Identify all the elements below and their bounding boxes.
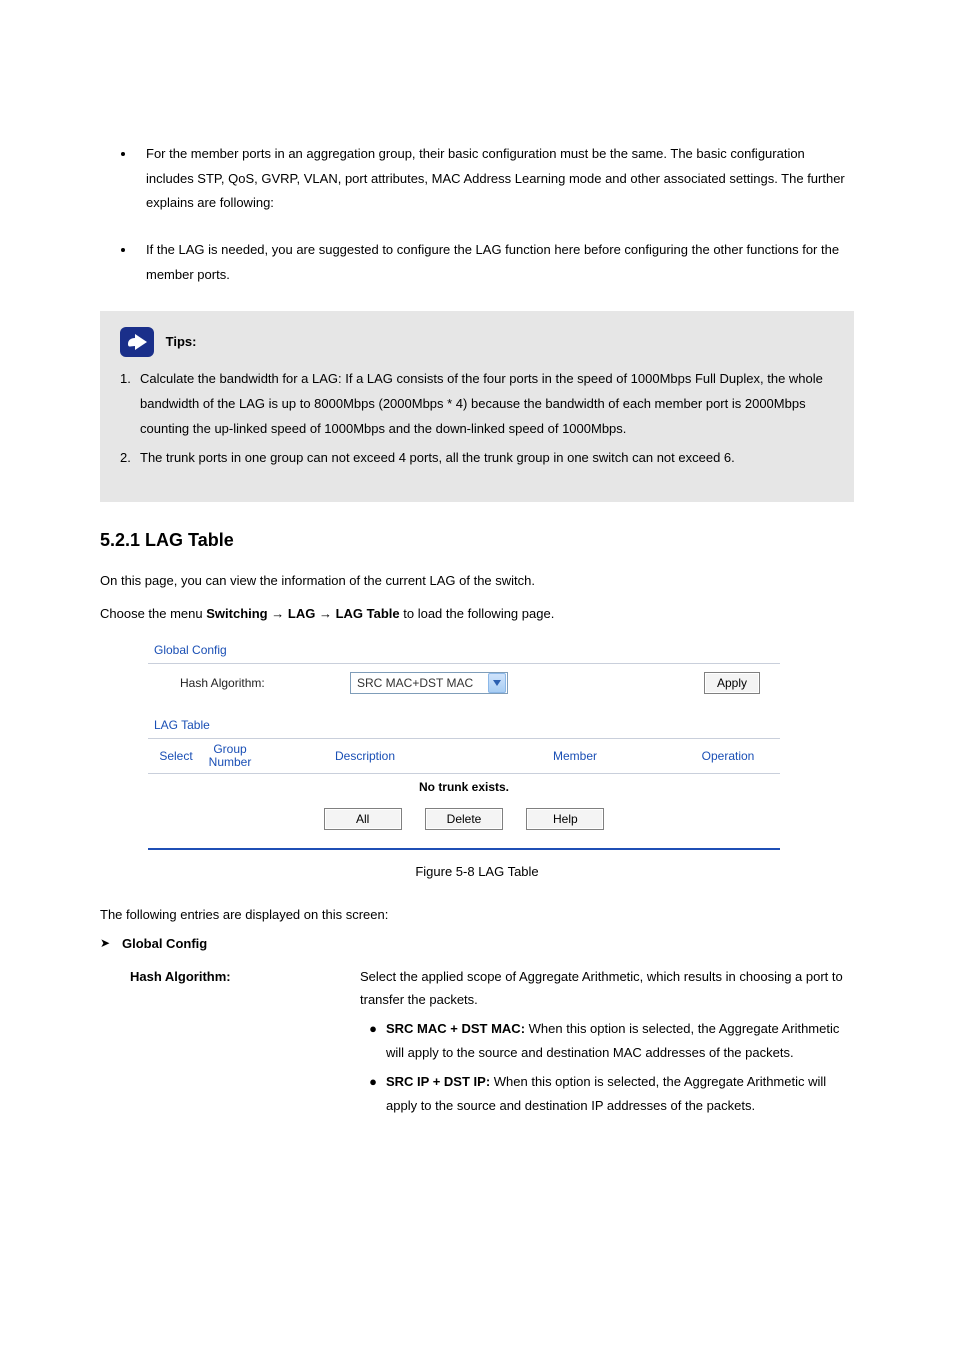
intro-bullet-list: For the member ports in an aggregation g… [100,140,854,216]
menu-path-switching: Switching [206,606,267,621]
arrow-icon: → [271,606,284,621]
col-member: Member [470,749,680,763]
bullet-dot-icon: ● [360,1070,386,1117]
menu-path-lag-table: LAG Table [336,606,400,621]
tips-text-1: Calculate the bandwidth for a LAG: If a … [140,367,830,441]
lag-table-header: LAG Table [148,712,780,739]
col-description: Description [260,749,470,763]
lag-table-columns: Select Group Number Description Member O… [148,739,780,774]
menu-path-lag: LAG [288,606,315,621]
tips-text-2: The trunk ports in one group can not exc… [140,446,830,471]
all-button[interactable]: All [324,808,402,830]
bullet-dot-icon: ● [360,1017,386,1064]
menu-prefix: Choose the menu [100,606,206,621]
sub2-bold: SRC IP + DST IP: [386,1074,494,1089]
global-config-header: Global Config [148,637,780,664]
delete-button[interactable]: Delete [425,808,503,830]
menu-suffix: to load the following page. [403,606,554,621]
intro-bullet-2: If the LAG is needed, you are suggested … [136,236,854,287]
lag-table-figure: Global Config Hash Algorithm: SRC MAC+DS… [148,637,780,850]
arrow-icon: → [319,606,332,621]
sub1-bold: SRC MAC + DST MAC: [386,1021,529,1036]
section-desc: On this page, you can view the informati… [100,569,854,594]
tips-number-1: 1. [120,367,140,441]
global-config-section-label: Global Config [122,936,207,951]
col-group-number: Group Number [200,743,260,769]
intro-bullet-list-2: If the LAG is needed, you are suggested … [100,236,854,287]
hash-algorithm-field-name: Hash Algorithm: [130,965,360,1117]
tips-item-1: 1. Calculate the bandwidth for a LAG: If… [120,367,830,441]
field-lead-text: Select the applied scope of Aggregate Ar… [360,965,854,1012]
menu-path: Choose the menu Switching → LAG → LAG Ta… [100,602,854,627]
tips-note-box: Tips: 1. Calculate the bandwidth for a L… [100,311,854,502]
hash-algorithm-value: SRC MAC+DST MAC [351,676,487,690]
hash-algorithm-field-desc: Select the applied scope of Aggregate Ar… [360,965,854,1117]
hash-algorithm-select[interactable]: SRC MAC+DST MAC [350,672,508,694]
chevron-right-icon: ➤ [100,936,122,950]
hash-algorithm-label: Hash Algorithm: [180,676,350,690]
figure-caption: Figure 5-8 LAG Table [100,864,854,879]
tips-item-2: 2. The trunk ports in one group can not … [120,446,830,471]
section-heading: 5.2.1 LAG Table [100,530,854,551]
apply-button[interactable]: Apply [704,672,760,694]
intro-bullet-1: For the member ports in an aggregation g… [136,140,854,216]
no-trunk-message: No trunk exists. [148,774,780,808]
tips-label: Tips: [166,334,197,349]
explain-intro: The following entries are displayed on t… [100,903,854,928]
chevron-down-icon [488,673,506,693]
hand-point-icon [120,327,154,357]
col-operation: Operation [680,749,776,763]
tips-number-2: 2. [120,446,140,471]
help-button[interactable]: Help [526,808,604,830]
col-select: Select [152,749,200,763]
